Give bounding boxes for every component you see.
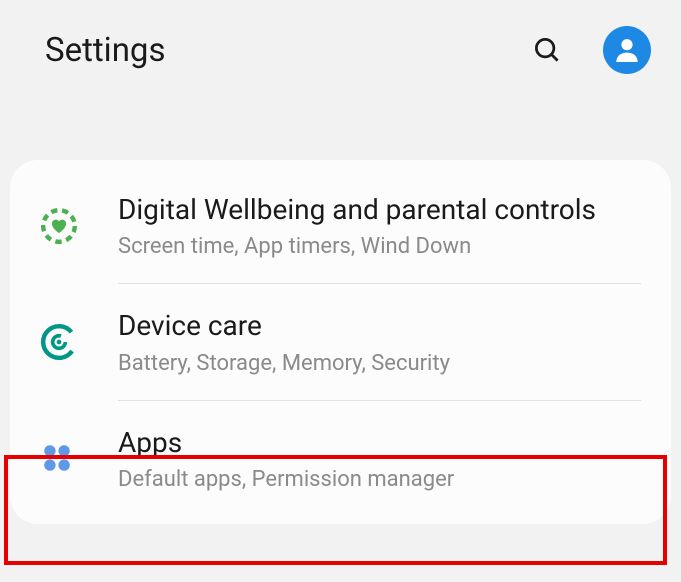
person-icon	[611, 34, 643, 66]
list-item-content: Apps Default apps, Permission manager	[118, 425, 641, 492]
list-item-content: Digital Wellbeing and parental controls …	[118, 192, 641, 259]
settings-list-card: Digital Wellbeing and parental controls …	[10, 160, 671, 524]
refresh-circle-icon	[40, 323, 88, 361]
page-title: Settings	[45, 31, 509, 70]
list-item-title: Device care	[118, 308, 641, 344]
list-item-title: Apps	[118, 425, 641, 461]
list-item-subtitle: Battery, Storage, Memory, Security	[118, 351, 641, 376]
settings-item-device-care[interactable]: Device care Battery, Storage, Memory, Se…	[10, 284, 671, 399]
settings-header: Settings	[0, 0, 681, 100]
settings-item-digital-wellbeing[interactable]: Digital Wellbeing and parental controls …	[10, 168, 671, 283]
list-item-subtitle: Screen time, App timers, Wind Down	[118, 234, 641, 259]
search-icon	[532, 35, 562, 65]
apps-grid-icon	[40, 441, 88, 475]
account-button[interactable]	[603, 26, 651, 74]
heart-circle-icon	[40, 207, 88, 245]
list-item-content: Device care Battery, Storage, Memory, Se…	[118, 308, 641, 375]
search-button[interactable]	[525, 28, 569, 72]
list-item-subtitle: Default apps, Permission manager	[118, 467, 641, 492]
list-item-title: Digital Wellbeing and parental controls	[118, 192, 641, 228]
settings-item-apps[interactable]: Apps Default apps, Permission manager	[10, 401, 671, 516]
